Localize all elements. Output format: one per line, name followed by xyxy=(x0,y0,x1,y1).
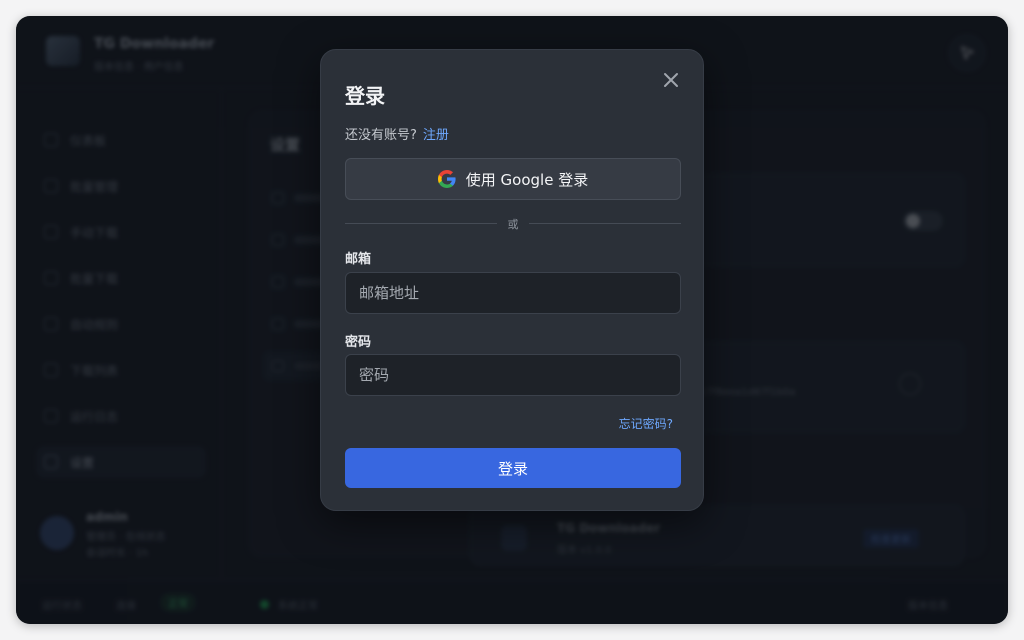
or-divider: 或 xyxy=(345,216,681,231)
google-button-label: 使用 Google 登录 xyxy=(465,170,589,189)
password-field[interactable] xyxy=(345,354,681,396)
email-field[interactable] xyxy=(345,272,681,314)
forgot-password-link[interactable]: 忘记密码? xyxy=(619,415,673,432)
signup-link[interactable]: 注册 xyxy=(423,128,449,143)
login-dialog: 登录 还没有账号? 注册 使用 Google 登录 或 邮箱 密码 忘记密码? 登… xyxy=(320,49,704,511)
close-button[interactable] xyxy=(659,68,683,92)
dialog-title: 登录 xyxy=(345,84,385,108)
app-window: TG Downloader 版本信息 · 用户信息 仪表板 批量管理 手动下载 … xyxy=(16,16,1008,624)
close-icon xyxy=(664,73,678,87)
no-account-text: 还没有账号? xyxy=(345,128,417,143)
signup-row: 还没有账号? 注册 xyxy=(345,124,449,143)
email-label: 邮箱 xyxy=(345,252,372,267)
google-logo-icon xyxy=(437,170,456,188)
divider-text: 或 xyxy=(507,218,519,231)
google-login-button[interactable]: 使用 Google 登录 xyxy=(345,158,681,200)
password-label: 密码 xyxy=(345,335,372,350)
login-submit-button[interactable]: 登录 xyxy=(345,448,681,488)
